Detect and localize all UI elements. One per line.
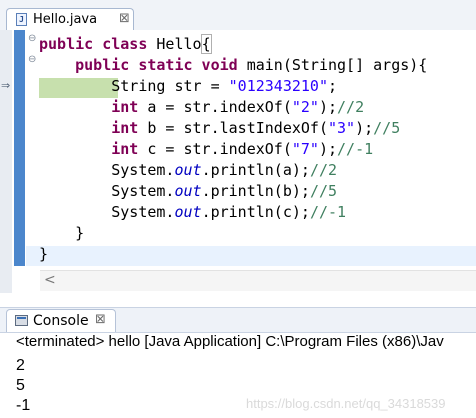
console-line: -1 bbox=[16, 397, 31, 414]
code-line[interactable]: int c = str.indexOf("7");//-1 bbox=[39, 139, 427, 160]
code-line[interactable]: } bbox=[39, 244, 427, 265]
panel-gap bbox=[0, 293, 476, 307]
close-tab-icon[interactable]: ⊠ bbox=[95, 312, 106, 327]
code-token: ); bbox=[318, 98, 338, 116]
string-token: "3" bbox=[328, 119, 356, 137]
string-token: "012343210" bbox=[228, 77, 328, 95]
code-line[interactable]: public class Hello{ bbox=[39, 34, 427, 55]
code-line[interactable]: System.out.println(b);//5 bbox=[39, 181, 427, 202]
editor-tab-bar: J Hello.java ⊠ bbox=[0, 0, 476, 31]
string-token: "2" bbox=[291, 98, 319, 116]
keyword-token: int bbox=[111, 140, 148, 158]
scroll-left-icon[interactable]: < bbox=[44, 272, 56, 288]
console-status: <terminated> hello [Java Application] C:… bbox=[16, 333, 444, 350]
console-icon bbox=[15, 315, 28, 326]
watermark: https://blog.csdn.net/qq_34318539 bbox=[246, 396, 446, 411]
comment-token: //-1 bbox=[337, 140, 374, 158]
left-ruler bbox=[0, 30, 12, 293]
code-token: String str = bbox=[39, 77, 229, 95]
field-token: out bbox=[174, 182, 202, 200]
field-token: out bbox=[174, 203, 202, 221]
code-token: } bbox=[39, 245, 49, 263]
console-output[interactable]: 2 5 -1 bbox=[16, 356, 30, 416]
code-line[interactable]: String str = "012343210"; bbox=[39, 76, 427, 97]
horizontal-scrollbar[interactable]: < bbox=[40, 270, 476, 291]
code-token: ); bbox=[318, 140, 338, 158]
comment-token: //5 bbox=[373, 119, 401, 137]
comment-token: //5 bbox=[309, 182, 338, 200]
code-token: System. bbox=[39, 203, 175, 221]
tab-label: Console bbox=[33, 313, 89, 329]
code-line[interactable]: int a = str.indexOf("2");//2 bbox=[39, 97, 427, 118]
code-token: .println(c); bbox=[201, 203, 310, 221]
code-token: System. bbox=[39, 182, 175, 200]
line-range-indicator bbox=[14, 30, 25, 266]
fold-collapse-icon[interactable]: ⊖ bbox=[28, 33, 36, 44]
code-token: System. bbox=[39, 161, 175, 179]
debug-pointer-icon: ⇒ bbox=[1, 79, 11, 92]
comment-token: //-1 bbox=[309, 203, 347, 221]
console-line: 2 bbox=[16, 357, 25, 374]
code-editor[interactable]: ⇒ ⊖ ⊖ public class Hello{ public static … bbox=[0, 30, 476, 293]
close-tab-icon[interactable]: ⊠ bbox=[119, 11, 130, 26]
code-token: c = str.indexOf( bbox=[147, 140, 292, 158]
keyword-token: int bbox=[111, 119, 148, 137]
tab-console[interactable]: Console ⊠ bbox=[6, 309, 116, 332]
comment-token: //2 bbox=[337, 98, 365, 116]
code-token: } bbox=[39, 224, 85, 242]
code-token: .println(a); bbox=[201, 161, 310, 179]
keyword-token: int bbox=[111, 98, 148, 116]
code-token: main(String[] args){ bbox=[246, 56, 428, 74]
source-code[interactable]: public class Hello{ public static void m… bbox=[39, 34, 427, 265]
tab-label: Hello.java bbox=[33, 12, 98, 27]
code-token: Hello bbox=[156, 35, 202, 53]
comment-token: //2 bbox=[309, 161, 338, 179]
console-tab-bar: Console ⊠ bbox=[0, 307, 476, 333]
code-line[interactable]: System.out.println(c);//-1 bbox=[39, 202, 427, 223]
code-line[interactable]: System.out.println(a);//2 bbox=[39, 160, 427, 181]
console-line: 5 bbox=[16, 377, 25, 394]
code-token: .println(b); bbox=[201, 182, 310, 200]
code-token: ; bbox=[328, 77, 338, 95]
java-file-icon: J bbox=[16, 13, 27, 26]
code-line[interactable]: } bbox=[39, 223, 427, 244]
code-token: b = str.lastIndexOf( bbox=[147, 119, 328, 137]
string-token: "7" bbox=[291, 140, 319, 158]
code-token: a = str.indexOf( bbox=[147, 98, 292, 116]
field-token: out bbox=[174, 161, 202, 179]
code-line[interactable]: int b = str.lastIndexOf("3");//5 bbox=[39, 118, 427, 139]
keyword-token: public class bbox=[39, 35, 157, 53]
code-token: { bbox=[200, 34, 212, 54]
keyword-token: public static void bbox=[75, 56, 247, 74]
code-token: ); bbox=[355, 119, 374, 137]
tab-hello-java[interactable]: J Hello.java ⊠ bbox=[6, 8, 134, 30]
code-line[interactable]: public static void main(String[] args){ bbox=[39, 55, 427, 76]
fold-collapse-icon[interactable]: ⊖ bbox=[28, 54, 36, 65]
